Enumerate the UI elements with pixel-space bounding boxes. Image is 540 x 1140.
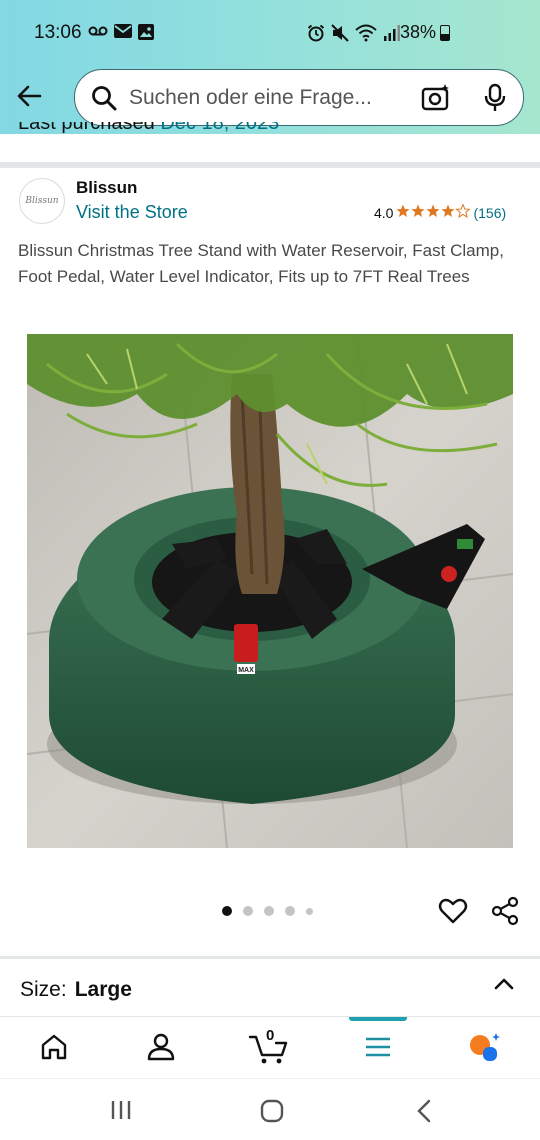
voicemail-icon — [88, 24, 108, 45]
carousel-dot[interactable] — [222, 906, 232, 916]
max-indicator-label: MAX — [238, 667, 254, 674]
search-icon — [91, 85, 117, 116]
last-purchased: Last purchased Dec 18, 2023 — [18, 122, 518, 144]
wishlist-button[interactable] — [438, 896, 468, 931]
home-icon — [41, 1034, 67, 1060]
active-tab-indicator — [349, 1017, 407, 1021]
bottom-navigation — [0, 1016, 540, 1078]
back-button[interactable] — [14, 80, 46, 112]
nav-home[interactable] — [38, 1031, 70, 1068]
search-bar[interactable] — [74, 69, 524, 126]
cart-count: 0 — [266, 1027, 275, 1044]
account-icon — [147, 1033, 175, 1061]
battery-percent: 38% — [400, 22, 437, 42]
rufus-icon — [470, 1033, 500, 1061]
last-purchased-label: Last purchased — [18, 122, 155, 134]
camera-icon[interactable] — [421, 83, 451, 118]
rating-stars — [396, 203, 472, 222]
signal-icon — [383, 24, 401, 47]
rating-value: 4.0 — [374, 205, 394, 221]
status-bar: 13:06 38% — [0, 0, 540, 64]
size-value: Large — [74, 978, 132, 1001]
back-arrow-icon — [17, 85, 42, 107]
mic-icon[interactable] — [481, 83, 509, 118]
mail-icon — [114, 24, 132, 45]
product-image[interactable]: MAX — [27, 334, 513, 848]
wifi-icon — [355, 24, 377, 47]
carousel-dot[interactable] — [285, 906, 295, 916]
brand-logo-text: Blissun — [25, 196, 59, 206]
mute-icon — [331, 24, 349, 47]
alarm-icon — [307, 24, 325, 47]
visit-store-link[interactable]: Visit the Store — [76, 202, 188, 223]
status-time: 13:06 — [34, 22, 82, 43]
search-input[interactable] — [129, 82, 414, 114]
recent-apps-button[interactable] — [110, 1099, 132, 1126]
size-collapse-button[interactable] — [492, 972, 516, 1001]
nav-menu[interactable] — [362, 1031, 394, 1068]
gallery-icon — [138, 24, 154, 45]
back-chevron-icon — [417, 1099, 431, 1123]
carousel-dot[interactable] — [264, 906, 274, 916]
recent-apps-icon — [111, 1101, 131, 1119]
chevron-up-icon — [494, 978, 514, 990]
section-divider — [0, 162, 540, 168]
battery-icon — [440, 25, 450, 41]
nav-rufus[interactable] — [466, 1031, 502, 1068]
rating-summary[interactable]: 4.0 (156) — [374, 203, 506, 222]
nav-account[interactable] — [145, 1031, 177, 1068]
image-carousel-dots[interactable] — [222, 906, 313, 916]
brand-logo[interactable]: Blissun — [19, 178, 65, 224]
rating-count[interactable]: (156) — [473, 205, 506, 221]
back-system-button[interactable] — [414, 1098, 434, 1129]
brand-name: Blissun — [76, 178, 138, 197]
share-icon — [491, 896, 519, 926]
heart-icon — [438, 898, 468, 924]
home-system-button[interactable] — [259, 1098, 285, 1129]
home-circle-icon — [260, 1099, 284, 1123]
menu-icon — [366, 1037, 390, 1057]
system-navigation — [0, 1078, 540, 1140]
section-divider — [0, 956, 540, 959]
product-title: Blissun Christmas Tree Stand with Water … — [18, 241, 504, 286]
carousel-dot[interactable] — [243, 906, 253, 916]
size-label: Size: — [20, 978, 67, 1001]
size-selector[interactable]: Size: Large — [20, 978, 132, 1002]
share-button[interactable] — [490, 896, 520, 931]
carousel-dot[interactable] — [306, 907, 313, 915]
last-purchased-date[interactable]: Dec 18, 2023 — [160, 122, 279, 134]
